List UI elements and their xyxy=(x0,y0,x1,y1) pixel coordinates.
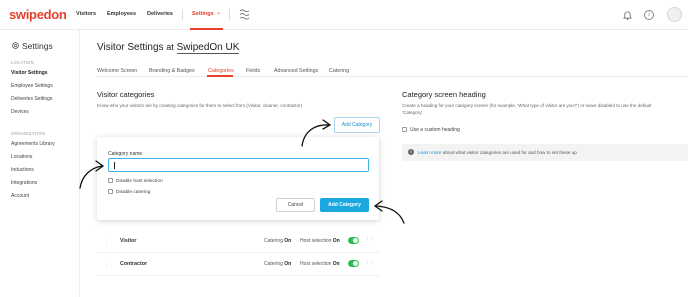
nav-employees[interactable]: Employees xyxy=(107,11,136,17)
tab-welcome-screen[interactable]: Welcome Screen xyxy=(97,68,137,74)
sidebar-item-integrations[interactable]: Integrations xyxy=(11,180,37,186)
catering-status: Catering On xyxy=(264,238,292,244)
custom-heading-label: Use a custom heading xyxy=(410,127,460,133)
sidebar-item-locations[interactable]: Locations xyxy=(11,154,32,160)
more-options-icon[interactable]: ⋮⋮ xyxy=(365,237,375,243)
disable-host-selection-checkbox[interactable] xyxy=(108,178,113,183)
tab-fields[interactable]: Fields xyxy=(246,68,260,74)
help-icon[interactable]: i xyxy=(644,10,654,20)
drag-handle-icon[interactable]: ⋮ xyxy=(104,262,109,268)
sidebar-item-visitor-settings[interactable]: Visitor Settings xyxy=(11,70,48,76)
category-screen-description-line1: Create a heading for your category scree… xyxy=(402,103,652,108)
avatar[interactable] xyxy=(667,7,682,22)
arrow-to-submit-button xyxy=(375,205,405,224)
nav-divider xyxy=(229,9,230,20)
host-selection-status: Host selection On xyxy=(300,261,340,267)
sidebar-title: Settings xyxy=(22,41,53,51)
category-name-label: Category name xyxy=(108,151,143,157)
tab-active-indicator xyxy=(207,75,233,77)
sidebar-item-account[interactable]: Account xyxy=(11,193,29,199)
custom-heading-checkbox[interactable] xyxy=(402,127,407,132)
page-title: Visitor Settings at SwipedOn UK xyxy=(97,42,240,54)
settings-sidebar: Settings LOCATION Visitor Settings Emplo… xyxy=(0,30,80,297)
more-options-icon[interactable]: ⋮⋮ xyxy=(365,260,375,266)
nav-visitors[interactable]: Visitors xyxy=(76,11,96,17)
sidebar-section-location: LOCATION xyxy=(11,60,34,65)
disable-host-selection-row[interactable]: Disable host selection xyxy=(108,178,163,184)
tab-categories[interactable]: Categories xyxy=(208,68,234,74)
tab-advanced-settings[interactable]: Advanced Settings xyxy=(274,68,318,74)
tab-branding-badges[interactable]: Branding & Badges xyxy=(149,68,195,74)
sidebar-item-inductions[interactable]: Inductions xyxy=(11,167,34,173)
page-title-at: at xyxy=(166,42,174,52)
category-screen-description-line2: 'Category' xyxy=(402,109,423,115)
info-banner-message: about what visitor categories are used f… xyxy=(442,150,577,155)
category-row-contractor[interactable]: ⋮ Contractor Catering On Host selection … xyxy=(97,254,379,276)
info-banner-text: Learn more about what visitor categories… xyxy=(418,150,577,155)
bell-icon[interactable] xyxy=(623,10,632,20)
info-icon: i xyxy=(408,149,414,155)
host-selection-status: Host selection On xyxy=(300,238,340,244)
category-row-visitor[interactable]: ⋮ Visitor Catering On Host selection On … xyxy=(97,231,379,253)
nav-active-indicator xyxy=(190,28,223,30)
section-title-category-screen-heading: Category screen heading xyxy=(402,90,486,99)
learn-more-link[interactable]: Learn more xyxy=(418,150,442,155)
page-title-text: Visitor Settings xyxy=(97,42,164,53)
category-name-input[interactable] xyxy=(108,158,369,172)
chevron-down-icon[interactable]: ⌄ xyxy=(216,9,221,16)
custom-heading-row[interactable]: Use a custom heading xyxy=(402,127,460,133)
swipedon-logo[interactable]: swipedon xyxy=(9,7,67,22)
sidebar-item-employee-settings[interactable]: Employee Settings xyxy=(11,83,53,89)
disable-catering-row[interactable]: Disable catering xyxy=(108,189,150,195)
nav-divider xyxy=(182,9,183,20)
text-cursor xyxy=(114,162,115,169)
category-screen-description: Create a heading for your category scree… xyxy=(402,103,688,116)
section-description: Know who your visitors are by creating c… xyxy=(97,103,303,108)
drag-handle-icon[interactable]: ⋮ xyxy=(104,239,109,245)
tab-catering[interactable]: Catering xyxy=(329,68,349,74)
chevron-down-icon[interactable]: ⌄ xyxy=(225,44,231,52)
submit-add-category-button[interactable]: Add Category xyxy=(320,198,369,212)
category-name: Visitor xyxy=(120,238,137,244)
disable-catering-label: Disable catering xyxy=(116,190,151,195)
add-category-button[interactable]: Add Category xyxy=(334,117,380,133)
arrow-to-add-category-button-head xyxy=(322,119,332,130)
nav-deliveries[interactable]: Deliveries xyxy=(147,11,173,17)
disable-host-selection-label: Disable host selection xyxy=(116,179,163,184)
disable-catering-checkbox[interactable] xyxy=(108,189,113,194)
info-banner: i Learn more about what visitor categori… xyxy=(402,144,688,161)
flag-icon[interactable] xyxy=(239,9,250,20)
section-title-visitor-categories: Visitor categories xyxy=(97,90,155,99)
sidebar-item-deliveries-settings[interactable]: Deliveries Settings xyxy=(11,96,52,102)
catering-status: Catering On xyxy=(264,261,292,267)
sidebar-section-organization: ORGANIZATION xyxy=(11,131,45,136)
category-enabled-toggle[interactable] xyxy=(348,260,359,267)
sidebar-item-devices[interactable]: Devices xyxy=(11,109,29,115)
category-name: Contractor xyxy=(120,261,148,267)
tabs-divider xyxy=(97,76,688,77)
category-enabled-toggle[interactable] xyxy=(348,237,359,244)
new-category-form: Category name Disable host selection Dis… xyxy=(97,137,379,220)
gear-icon xyxy=(12,42,19,49)
cancel-button[interactable]: Cancel xyxy=(276,198,315,212)
top-navigation-bar: swipedon Visitors Employees Deliveries S… xyxy=(0,0,688,30)
sidebar-item-agreements-library[interactable]: Agreements Library xyxy=(11,141,55,147)
nav-settings[interactable]: Settings xyxy=(192,11,214,17)
